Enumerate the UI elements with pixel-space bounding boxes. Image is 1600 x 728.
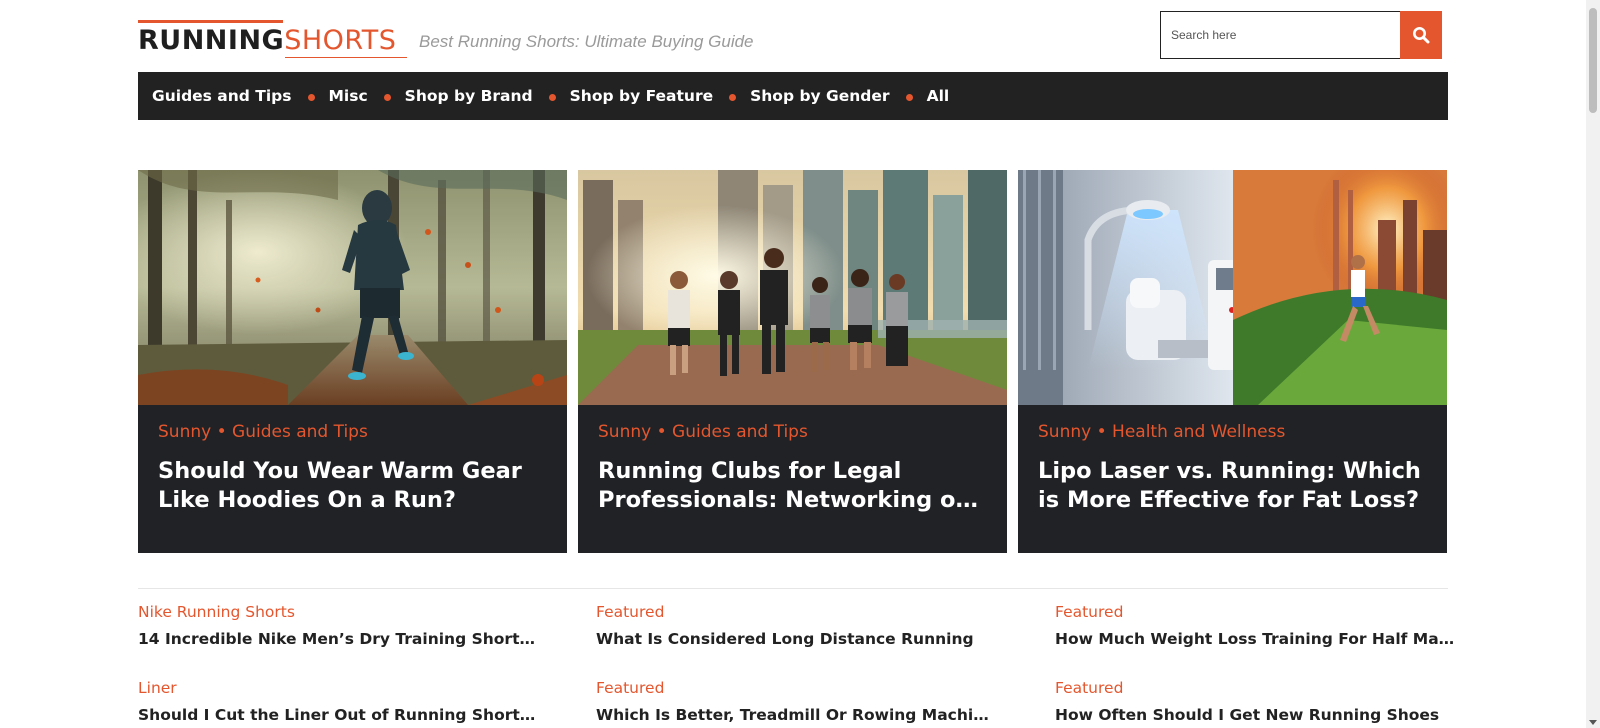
nav-separator-dot (729, 94, 737, 101)
post-title-link[interactable]: 14 Incredible Nike Men’s Dry Training Sh… (138, 628, 538, 650)
search-icon (1413, 27, 1430, 44)
post-title-link[interactable]: Should I Cut the Liner Out of Running Sh… (138, 704, 538, 726)
card-meta-separator: • (1096, 422, 1107, 442)
featured-card[interactable]: Sunny • Guides and Tips Running Clubs fo… (578, 170, 1007, 553)
card-author[interactable]: Sunny (598, 422, 651, 442)
post-category-link[interactable]: Featured (596, 676, 996, 700)
list-item: Featured How Often Should I Get New Runn… (1055, 676, 1455, 728)
card-meta: Sunny • Guides and Tips (158, 422, 368, 442)
post-category-link[interactable]: Featured (596, 600, 996, 624)
post-list-column: Nike Running Shorts 14 Incredible Nike M… (138, 600, 538, 728)
featured-card[interactable]: Sunny • Health and Wellness Lipo Laser v… (1018, 170, 1447, 553)
page-scrollbar[interactable] (1586, 0, 1600, 728)
card-author[interactable]: Sunny (158, 422, 211, 442)
scroll-down-arrow-icon[interactable] (1589, 720, 1597, 725)
post-category-link[interactable]: Featured (1055, 600, 1455, 624)
list-item: Liner Should I Cut the Liner Out of Runn… (138, 676, 538, 728)
list-item: Nike Running Shorts 14 Incredible Nike M… (138, 600, 538, 676)
card-title[interactable]: Running Clubs for Legal Professionals: N… (598, 457, 993, 515)
post-category-link[interactable]: Nike Running Shorts (138, 600, 538, 624)
post-title-link[interactable]: Which Is Better, Treadmill Or Rowing Mac… (596, 704, 996, 726)
post-category-link[interactable]: Featured (1055, 676, 1455, 700)
nav-item-all[interactable]: All (927, 87, 950, 105)
section-divider (138, 588, 1448, 589)
card-meta-separator: • (216, 422, 227, 442)
search-form (1160, 11, 1442, 59)
featured-card[interactable]: Sunny • Guides and Tips Should You Wear … (138, 170, 567, 553)
scrollbar-thumb[interactable] (1589, 8, 1597, 113)
nav-item-shop-by-feature[interactable]: Shop by Feature (570, 87, 713, 105)
post-list-column: Featured What Is Considered Long Distanc… (596, 600, 996, 728)
logo-top-bar (138, 20, 283, 23)
list-item: Featured What Is Considered Long Distanc… (596, 600, 996, 676)
site-header: RUNNINGSHORTS Best Running Shorts: Ultim… (138, 0, 1448, 72)
post-title-link[interactable]: How Much Weight Loss Training For Half M… (1055, 628, 1455, 650)
post-title-link[interactable]: How Often Should I Get New Running Shoes (1055, 704, 1455, 726)
hooded-runner-autumn-park-image[interactable] (138, 170, 567, 405)
card-meta: Sunny • Health and Wellness (1038, 422, 1285, 442)
card-meta: Sunny • Guides and Tips (598, 422, 808, 442)
card-meta-separator: • (656, 422, 667, 442)
site-tagline: Best Running Shorts: Ultimate Buying Gui… (419, 32, 754, 51)
lipo-laser-clinic-vs-runner-image[interactable] (1018, 170, 1447, 405)
main-nav: Guides and Tips Misc Shop by Brand Shop … (138, 72, 1448, 120)
site-logo[interactable]: RUNNINGSHORTS (138, 14, 407, 58)
business-runners-city-park-image[interactable] (578, 170, 1007, 405)
nav-separator-dot (383, 94, 391, 101)
featured-cards: Sunny • Guides and Tips Should You Wear … (138, 170, 1448, 553)
search-button[interactable] (1400, 11, 1442, 59)
logo-underline (285, 57, 407, 58)
card-title[interactable]: Should You Wear Warm Gear Like Hoodies O… (158, 457, 553, 515)
nav-item-misc[interactable]: Misc (329, 87, 368, 105)
nav-item-guides-and-tips[interactable]: Guides and Tips (152, 87, 292, 105)
post-category-link[interactable]: Liner (138, 676, 538, 700)
nav-separator-dot (905, 94, 913, 101)
list-item: Featured How Much Weight Loss Training F… (1055, 600, 1455, 676)
card-category[interactable]: Health and Wellness (1112, 422, 1285, 442)
card-category[interactable]: Guides and Tips (232, 422, 368, 442)
logo-shorts-text: SHORTS (284, 25, 397, 56)
nav-separator-dot (548, 94, 556, 101)
nav-separator-dot (307, 94, 315, 101)
list-item: Featured Which Is Better, Treadmill Or R… (596, 676, 996, 728)
logo-running-text: RUNNING (138, 25, 285, 56)
nav-item-shop-by-brand[interactable]: Shop by Brand (405, 87, 533, 105)
search-input[interactable] (1160, 11, 1400, 59)
post-title-link[interactable]: What Is Considered Long Distance Running (596, 628, 996, 650)
card-title[interactable]: Lipo Laser vs. Running: Which is More Ef… (1038, 457, 1433, 515)
nav-item-shop-by-gender[interactable]: Shop by Gender (750, 87, 889, 105)
card-category[interactable]: Guides and Tips (672, 422, 808, 442)
card-author[interactable]: Sunny (1038, 422, 1091, 442)
post-list-column: Featured How Much Weight Loss Training F… (1055, 600, 1455, 728)
